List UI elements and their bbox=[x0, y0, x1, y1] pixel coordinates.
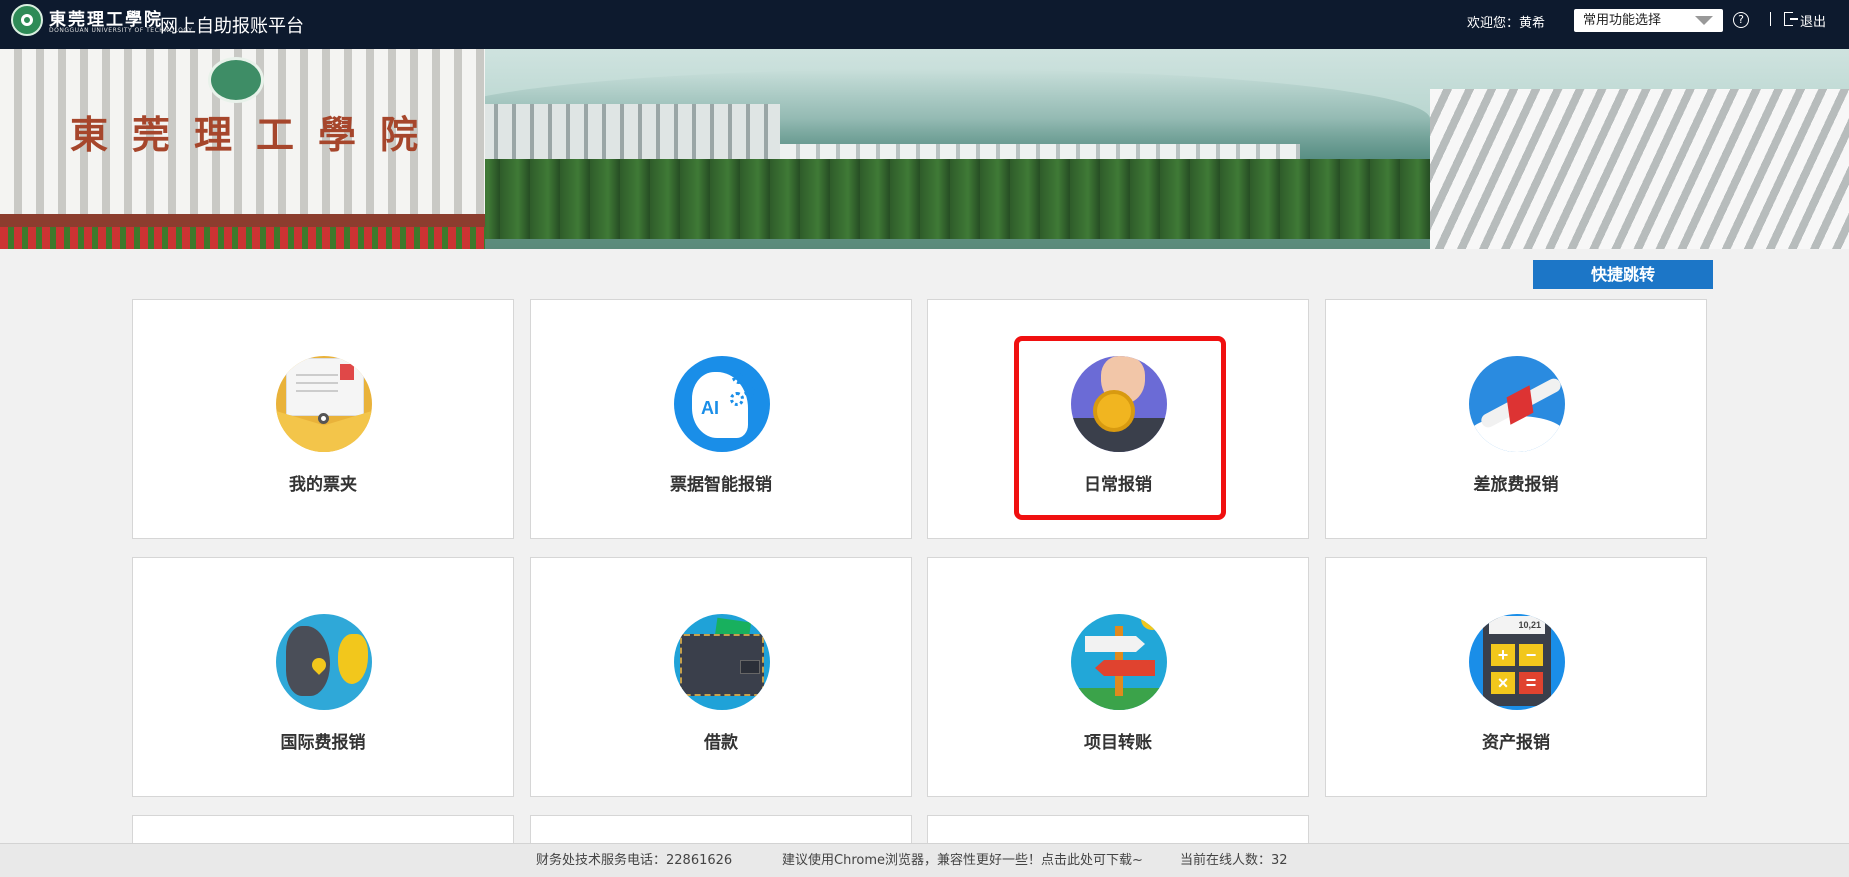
function-select[interactable]: 常用功能选择 bbox=[1574, 9, 1723, 32]
tile-label: 借款 bbox=[704, 733, 738, 753]
tile-loan[interactable]: 借款 bbox=[530, 557, 912, 797]
banner-trees bbox=[470, 159, 1470, 239]
tile-project-transfer[interactable]: 项目转账 bbox=[927, 557, 1309, 797]
help-icon[interactable]: ? bbox=[1733, 12, 1749, 28]
tile-my-ticket-folder[interactable]: 我的票夹 bbox=[132, 299, 514, 539]
logout-link[interactable]: 退出 bbox=[1800, 11, 1826, 30]
chevron-down-icon bbox=[1695, 16, 1713, 25]
welcome-text: 欢迎您：黄希 bbox=[1467, 16, 1546, 31]
top-bar: 東莞理工學院 DONGGUAN UNIVERSITY OF TECHNOLOGY… bbox=[0, 0, 1849, 49]
tile-label: 资产报销 bbox=[1482, 733, 1550, 753]
calculator-icon: 10,21 + − × = bbox=[1469, 614, 1565, 710]
tile-smart-reimbursement[interactable]: AI 票据智能报销 bbox=[530, 299, 912, 539]
calc-key: − bbox=[1519, 644, 1543, 666]
tile-label: 项目转账 bbox=[1084, 733, 1152, 753]
tile-label: 票据智能报销 bbox=[670, 475, 772, 495]
quick-jump-button[interactable]: 快捷跳转 bbox=[1533, 260, 1713, 289]
wallet-icon bbox=[674, 614, 770, 710]
calc-key: = bbox=[1519, 672, 1543, 694]
footer: 财务处技术服务电话：22861626 建议使用Chrome浏览器，兼容性更好一些… bbox=[0, 843, 1849, 877]
function-select-value: 常用功能选择 bbox=[1583, 13, 1662, 28]
gate-sign: 東莞理工學院 bbox=[70, 112, 443, 157]
campus-banner: 東莞理工學院 bbox=[0, 49, 1849, 249]
banner-gate-right bbox=[1430, 89, 1849, 249]
calculator-screen: 10,21 bbox=[1489, 616, 1545, 634]
gate-flowers bbox=[0, 227, 485, 249]
signpost-icon bbox=[1071, 614, 1167, 710]
footer-browser-tip[interactable]: 建议使用Chrome浏览器，兼容性更好一些！点击此处可下载~ bbox=[782, 844, 1143, 877]
divider bbox=[1770, 12, 1771, 26]
school-logo-icon bbox=[11, 4, 43, 36]
logout-icon[interactable] bbox=[1784, 12, 1798, 26]
globe-icon bbox=[276, 614, 372, 710]
tile-label: 国际费报销 bbox=[280, 733, 366, 753]
tile-asset-reimbursement[interactable]: 10,21 + − × = 资产报销 bbox=[1325, 557, 1707, 797]
ticket-folder-icon bbox=[276, 356, 372, 452]
gate-emblem-icon bbox=[208, 57, 264, 103]
calc-key: + bbox=[1491, 644, 1515, 666]
tile-travel-reimbursement[interactable]: 差旅费报销 bbox=[1325, 299, 1707, 539]
tile-international-reimbursement[interactable]: 国际费报销 bbox=[132, 557, 514, 797]
tile-label: 差旅费报销 bbox=[1473, 475, 1559, 495]
airplane-icon bbox=[1469, 356, 1565, 452]
platform-title: 网上自助报账平台 bbox=[160, 16, 304, 37]
footer-service-phone: 财务处技术服务电话：22861626 bbox=[536, 853, 733, 868]
tile-partial[interactable] bbox=[927, 815, 1309, 845]
ai-icon-text: AI bbox=[701, 398, 719, 418]
tile-partial[interactable] bbox=[132, 815, 514, 845]
footer-online-count: 当前在线人数：32 bbox=[1180, 853, 1288, 868]
tile-label: 我的票夹 bbox=[289, 475, 357, 495]
tile-partial[interactable] bbox=[530, 815, 912, 845]
ai-icon: AI bbox=[674, 356, 770, 452]
calc-key: × bbox=[1491, 672, 1515, 694]
highlight-box bbox=[1014, 336, 1226, 520]
